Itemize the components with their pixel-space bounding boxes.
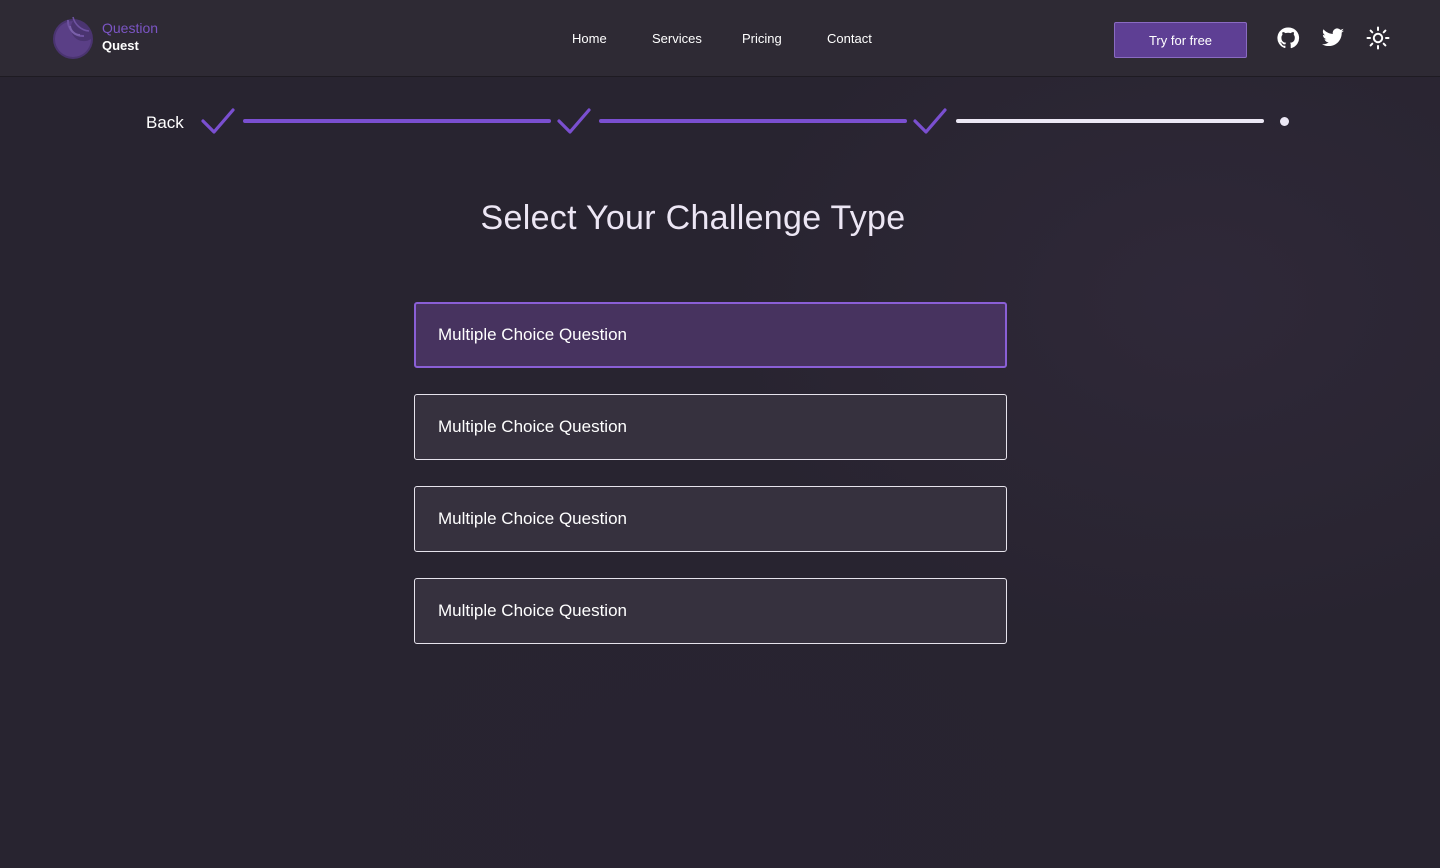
challenge-option-4[interactable]: Multiple Choice Question	[414, 578, 1007, 644]
nav-pricing[interactable]: Pricing	[742, 31, 782, 46]
page-title: Select Your Challenge Type	[480, 199, 906, 237]
step-1-checkmark-icon	[201, 108, 235, 134]
current-step-dot	[1280, 117, 1289, 126]
challenge-type-options: Multiple Choice Question Multiple Choice…	[414, 302, 1007, 670]
step-3-checkmark-icon	[913, 108, 947, 134]
step-3-progress-line	[956, 119, 1264, 123]
challenge-option-label: Multiple Choice Question	[438, 325, 627, 344]
challenge-option-label: Multiple Choice Question	[438, 601, 627, 620]
top-navbar: Question Quest Home Services Pricing Con…	[0, 0, 1440, 77]
nav-contact[interactable]: Contact	[827, 31, 872, 46]
back-link[interactable]: Back	[146, 113, 184, 133]
sun-icon[interactable]	[1366, 26, 1390, 50]
step-2-progress-line	[599, 119, 907, 123]
challenge-option-2[interactable]: Multiple Choice Question	[414, 394, 1007, 460]
nav-services[interactable]: Services	[652, 31, 702, 46]
nav-home[interactable]: Home	[572, 31, 607, 46]
try-for-free-button[interactable]: Try for free	[1114, 22, 1247, 58]
challenge-option-1[interactable]: Multiple Choice Question	[414, 302, 1007, 368]
step-1-progress-line	[243, 119, 551, 123]
github-icon[interactable]	[1276, 26, 1300, 50]
challenge-option-label: Multiple Choice Question	[438, 417, 627, 436]
challenge-option-3[interactable]: Multiple Choice Question	[414, 486, 1007, 552]
step-2-checkmark-icon	[557, 108, 591, 134]
twitter-icon[interactable]	[1321, 26, 1345, 50]
challenge-option-label: Multiple Choice Question	[438, 509, 627, 528]
